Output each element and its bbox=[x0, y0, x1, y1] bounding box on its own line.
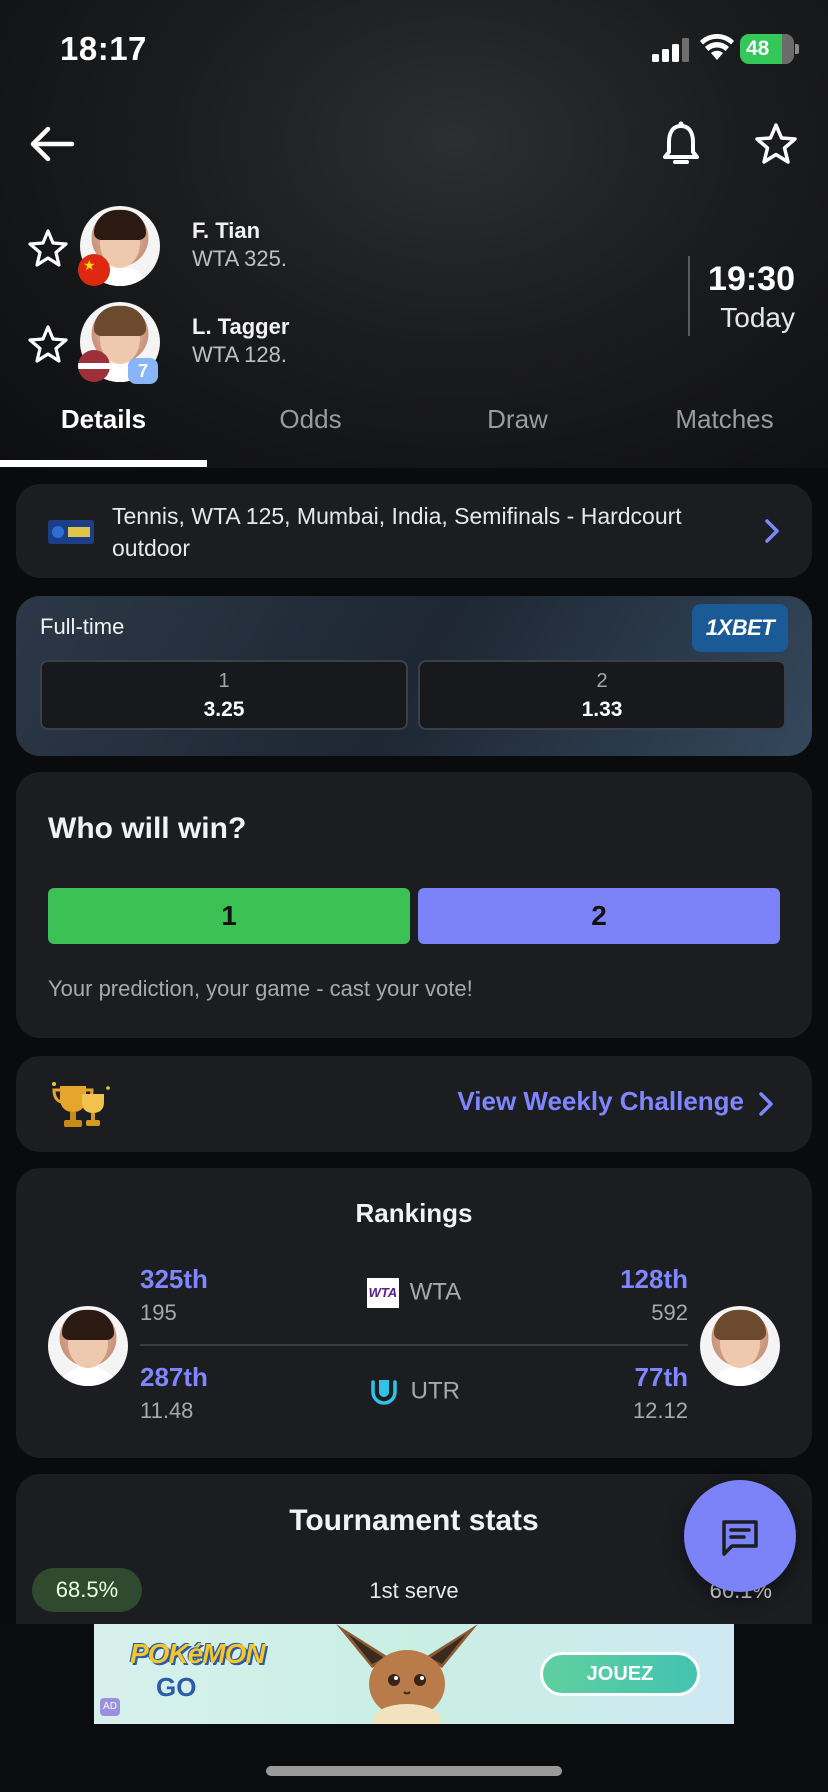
chat-button[interactable] bbox=[684, 1480, 796, 1592]
ad-area: POKéMON GO JOUEZ AD bbox=[0, 1624, 828, 1792]
away-ranking-points: 12.12 bbox=[632, 1398, 688, 1423]
status-bar: 18:17 48 bbox=[0, 0, 828, 100]
start-time: 19:30 bbox=[708, 260, 795, 298]
home-player-name: F. Tian bbox=[192, 218, 261, 243]
trophy-icon bbox=[52, 1082, 110, 1127]
away-ranking-points: 592 bbox=[651, 1300, 688, 1325]
cellular-signal-icon bbox=[652, 38, 689, 62]
tournament-card[interactable]: Tennis, WTA 125, Mumbai, India, Semifina… bbox=[16, 484, 812, 578]
home-player-star-icon[interactable] bbox=[28, 228, 68, 268]
eevee-mascot-icon bbox=[336, 1624, 478, 1724]
utr-logo-icon bbox=[371, 1380, 397, 1405]
odds-option-value: 1.33 bbox=[581, 698, 623, 721]
away-player-rank: WTA 128. bbox=[192, 342, 287, 367]
away-player[interactable]: 7 L. Tagger WTA 128. bbox=[24, 302, 524, 386]
back-arrow-icon[interactable] bbox=[28, 122, 76, 166]
ranking-organization: WTA WTA bbox=[140, 1278, 688, 1308]
status-time: 18:17 bbox=[60, 30, 147, 67]
rankings-title: Rankings bbox=[355, 1198, 473, 1228]
vote-home-button[interactable]: 1 bbox=[48, 888, 410, 944]
ranking-org-label: UTR bbox=[410, 1377, 460, 1405]
home-indicator bbox=[266, 1766, 562, 1776]
ad-brand-top: POKéMON bbox=[130, 1638, 266, 1669]
ad-choices-badge[interactable]: AD bbox=[100, 1698, 120, 1716]
home-player[interactable]: F. Tian WTA 325. bbox=[24, 206, 524, 290]
latvia-flag-icon bbox=[78, 350, 110, 382]
chevron-right-icon bbox=[759, 1092, 773, 1116]
ad-play-button[interactable]: JOUEZ bbox=[540, 1652, 700, 1696]
tab-matches[interactable]: Matches bbox=[621, 396, 828, 468]
stat-label: 1st serve bbox=[369, 1578, 459, 1603]
favorite-star-icon[interactable] bbox=[754, 122, 798, 166]
odds-market-title: Full-time bbox=[40, 614, 125, 639]
vote-away-button[interactable]: 2 bbox=[418, 888, 780, 944]
tab-odds[interactable]: Odds bbox=[207, 396, 414, 468]
home-player-rank: WTA 325. bbox=[192, 246, 287, 271]
vote-card: Who will win? 1 2 Your prediction, your … bbox=[16, 772, 812, 1038]
bell-icon[interactable] bbox=[660, 120, 702, 168]
odds-card: Full-time 1XBET 1 3.25 2 1.33 bbox=[16, 596, 812, 756]
odds-option-value: 3.25 bbox=[203, 698, 245, 721]
tournament-label: Tennis, WTA 125, Mumbai, India, Semifina… bbox=[112, 503, 682, 561]
away-player-avatar bbox=[700, 1306, 780, 1386]
weekly-challenge-card[interactable]: View Weekly Challenge bbox=[16, 1056, 812, 1152]
odds-option-label: 2 bbox=[596, 670, 608, 692]
home-player-avatar bbox=[48, 1306, 128, 1386]
seed-badge: 7 bbox=[128, 358, 158, 384]
start-day: Today bbox=[720, 302, 795, 333]
ranking-divider bbox=[140, 1344, 688, 1346]
battery-level: 48 bbox=[746, 37, 770, 60]
tab-draw[interactable]: Draw bbox=[414, 396, 621, 468]
away-player-name: L. Tagger bbox=[192, 314, 290, 339]
away-ranking-position: 77th bbox=[634, 1362, 688, 1392]
odds-option-away[interactable]: 2 1.33 bbox=[418, 660, 786, 730]
ranking-org-label: WTA bbox=[409, 1278, 462, 1306]
wta-logo-icon: WTA bbox=[366, 1278, 399, 1308]
view-weekly-challenge-link[interactable]: View Weekly Challenge bbox=[457, 1086, 744, 1117]
odds-option-home[interactable]: 1 3.25 bbox=[40, 660, 408, 730]
rankings-card: Rankings 325th 195 WTA WTA 128th 592 287… bbox=[16, 1168, 812, 1458]
chat-icon bbox=[722, 1520, 758, 1556]
odds-option-label: 1 bbox=[218, 670, 230, 692]
vote-title: Who will win? bbox=[48, 812, 247, 845]
away-ranking-position: 128th bbox=[620, 1264, 688, 1294]
tab-details[interactable]: Details bbox=[0, 396, 207, 468]
ranking-row-wta: 325th 195 WTA WTA 128th 592 bbox=[140, 1256, 688, 1346]
china-flag-icon bbox=[78, 254, 110, 286]
chevron-right-icon bbox=[765, 519, 779, 543]
tournament-logo-icon bbox=[48, 520, 94, 544]
active-tab-indicator bbox=[0, 460, 207, 467]
away-player-star-icon[interactable] bbox=[28, 324, 68, 364]
ranking-row-utr: 287th 11.48 UTR 77th 12.12 bbox=[140, 1354, 688, 1444]
odds-provider-logo[interactable]: 1XBET bbox=[692, 604, 788, 652]
ranking-organization: UTR bbox=[140, 1376, 688, 1408]
ad-banner[interactable]: POKéMON GO JOUEZ AD bbox=[94, 1624, 734, 1724]
tab-bar: Details Odds Draw Matches bbox=[0, 396, 828, 468]
kickoff-divider bbox=[688, 256, 690, 336]
battery-indicator: 48 bbox=[740, 34, 799, 64]
wifi-icon bbox=[700, 34, 734, 60]
vote-hint: Your prediction, your game - cast your v… bbox=[48, 976, 473, 1001]
ad-brand-bottom: GO bbox=[156, 1672, 197, 1702]
